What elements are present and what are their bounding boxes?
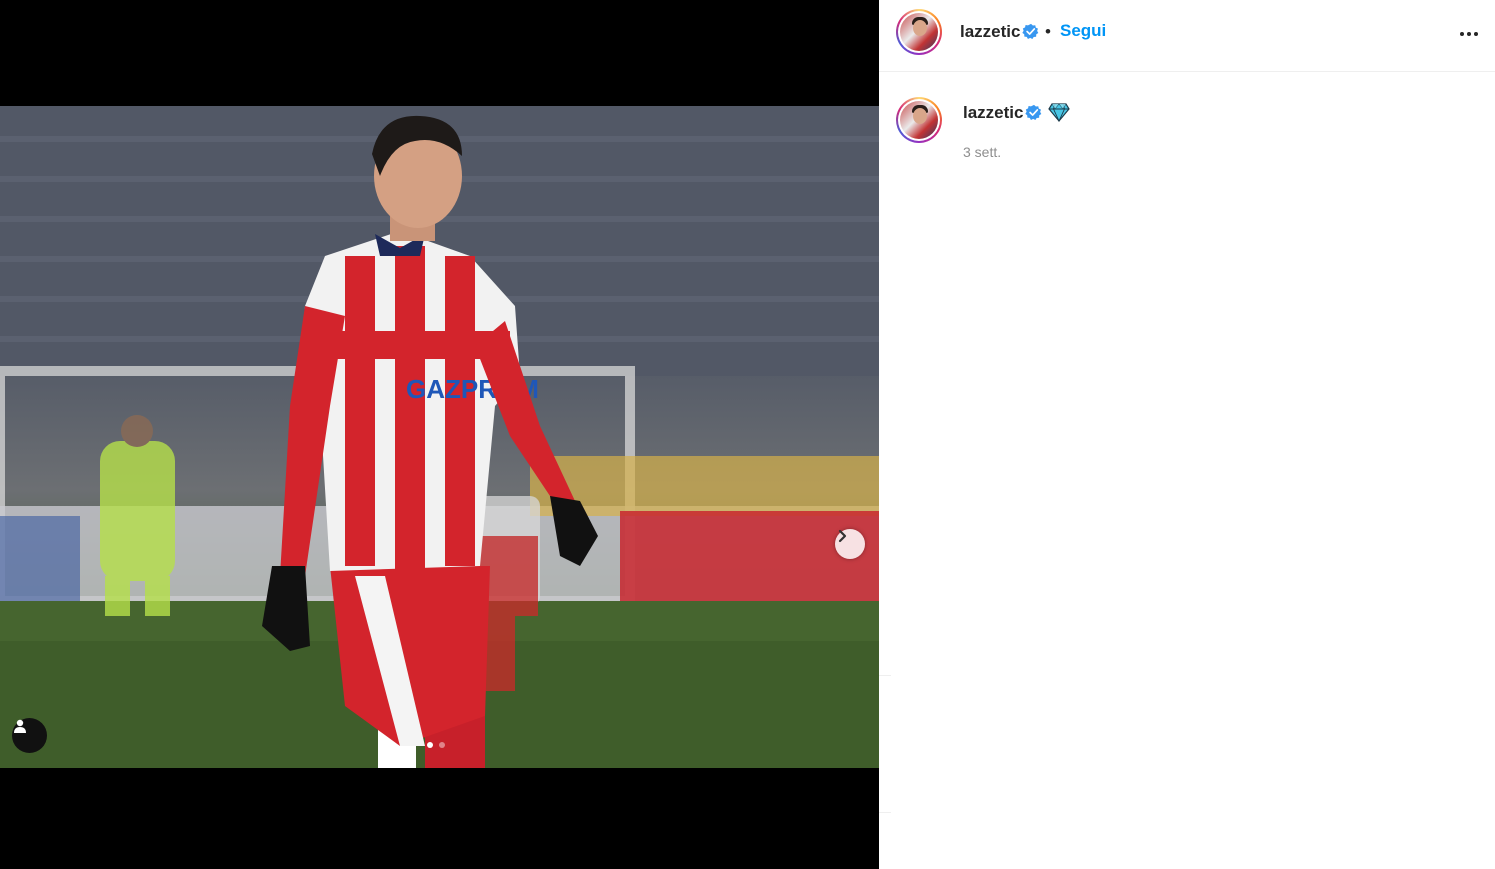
carousel-indicators: [427, 742, 445, 748]
carousel-next-button[interactable]: [835, 529, 865, 559]
gem-emoji-icon: [1048, 103, 1070, 122]
caption-author-avatar[interactable]: [896, 97, 942, 143]
avatar-image: [900, 13, 938, 51]
avatar-image: [900, 101, 938, 139]
caption-username-link[interactable]: lazzetic: [963, 103, 1023, 123]
follow-button[interactable]: Segui: [1060, 21, 1106, 41]
divider: [879, 812, 891, 813]
more-dot: [1460, 32, 1464, 36]
carousel-dot: [439, 742, 445, 748]
tagged-users-button[interactable]: [12, 718, 47, 753]
author-avatar[interactable]: [896, 9, 942, 55]
chevron-right-icon: [838, 529, 847, 543]
verified-badge-icon: [1025, 104, 1042, 120]
post-photo[interactable]: GAZPROM: [0, 106, 879, 768]
post-details-pane: lazzetic • Segui lazzetic 3 sett.: [879, 0, 1495, 869]
verified-badge-icon: [1022, 23, 1039, 39]
carousel-dot-active: [427, 742, 433, 748]
post-photo-illustration: GAZPROM: [0, 106, 879, 768]
separator-dot: •: [1045, 22, 1051, 41]
media-pane: GAZPROM: [0, 0, 879, 869]
more-dot: [1467, 32, 1471, 36]
more-dot: [1474, 32, 1478, 36]
post-header: lazzetic • Segui: [879, 0, 1495, 72]
more-options-button[interactable]: [1454, 22, 1484, 46]
divider: [879, 675, 891, 676]
user-icon: [14, 719, 26, 733]
author-username-link[interactable]: lazzetic: [960, 22, 1020, 42]
post-timestamp[interactable]: 3 sett.: [963, 144, 1001, 160]
